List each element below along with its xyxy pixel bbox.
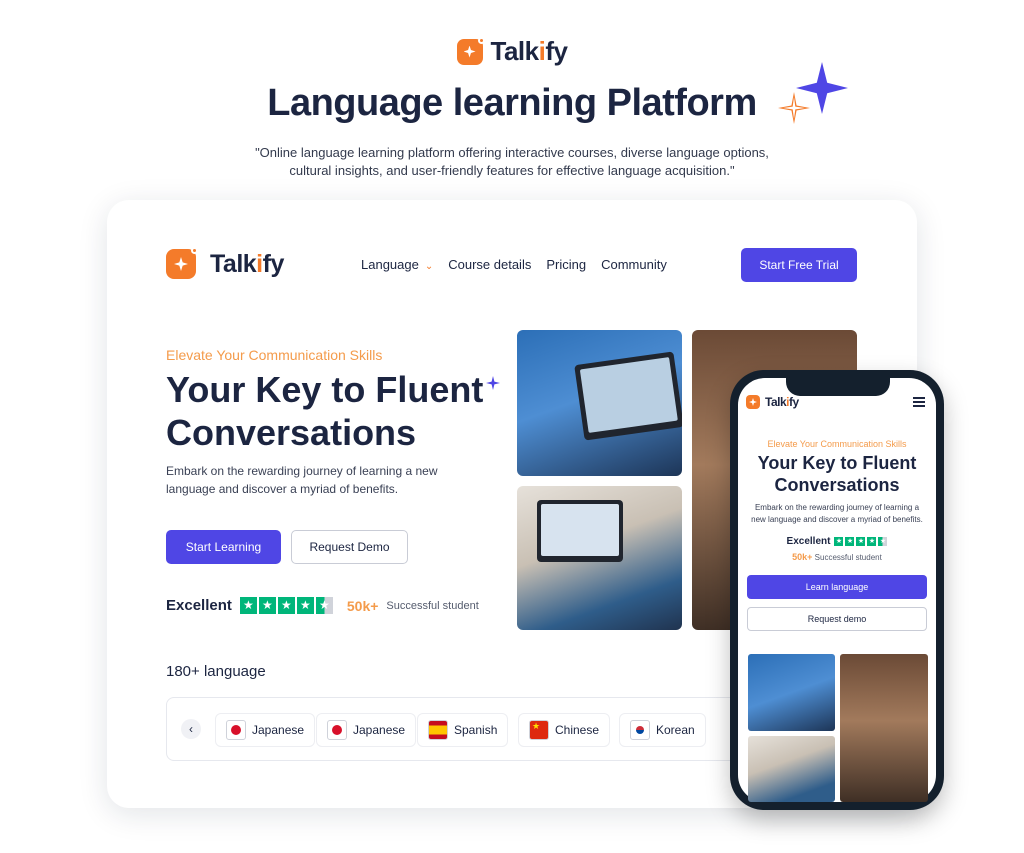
hamburger-menu-icon[interactable] — [913, 397, 925, 407]
star-icon: ★ — [258, 597, 276, 614]
rating-stars: ★ ★ ★ ★ ★ — [239, 597, 333, 614]
korea-flag-icon — [630, 720, 650, 740]
learn-language-button[interactable]: Learn language — [747, 575, 927, 599]
star-icon: ★ — [277, 597, 295, 614]
request-demo-button[interactable]: Request Demo — [291, 530, 408, 564]
language-chip-japanese[interactable]: Japanese — [215, 713, 316, 747]
language-chip-japanese[interactable]: Japanese — [316, 713, 417, 747]
hero-title: Your Key to Fluent Conversations — [166, 369, 484, 453]
japan-flag-icon — [226, 720, 246, 740]
star-icon: ★ — [296, 597, 314, 614]
video-call-photo — [748, 654, 835, 731]
spain-flag-icon — [428, 720, 448, 740]
language-chip-spanish[interactable]: Spanish — [417, 713, 509, 747]
nav-item-community[interactable]: Community — [601, 257, 667, 272]
top-brand: Talkify — [0, 36, 1024, 67]
hero-eyebrow: Elevate Your Communication Skills — [166, 347, 383, 363]
mobile-student-count: 50k+ Successful student — [792, 552, 882, 562]
chevron-down-icon: ⌄ — [424, 261, 434, 272]
mobile-hero-title: Your Key to Fluent Conversations — [757, 453, 917, 495]
star-icon: ★ — [834, 537, 844, 546]
mobile-hero-eyebrow: Elevate Your Communication Skills — [767, 439, 907, 449]
rating-summary: Excellent ★ ★ ★ ★ ★ 50k+ Successful stud… — [166, 597, 479, 614]
japan-flag-icon — [327, 720, 347, 740]
talkify-logo-icon — [456, 36, 485, 65]
brand-name: Talkify — [765, 395, 799, 409]
rating-label: Excellent — [786, 536, 831, 547]
nav-item-pricing[interactable]: Pricing — [546, 257, 586, 272]
brand-name: Talkify — [210, 249, 284, 278]
mobile-logo[interactable]: Talkify — [746, 395, 799, 409]
student-count-label: Successful student — [386, 599, 479, 612]
online-study-photo — [517, 486, 682, 630]
chevron-left-icon[interactable]: ‹ — [181, 719, 201, 739]
mobile-request-demo-button[interactable]: Request demo — [747, 607, 927, 631]
star-icon: ★ — [845, 537, 855, 546]
mobile-rating: Excellent ★ ★ ★ ★ ★ — [738, 536, 936, 547]
student-headphones-photo — [840, 654, 928, 802]
mobile-hero-description: Embark on the rewarding journey of learn… — [751, 503, 923, 524]
nav-item-course-details[interactable]: Course details — [448, 257, 531, 272]
phone-notch — [786, 376, 890, 396]
nav-item-language[interactable]: Language ⌄ — [361, 257, 433, 272]
student-count: 50k+ — [346, 597, 379, 614]
brand-name: Talkify — [490, 36, 568, 66]
start-free-trial-button[interactable]: Start Free Trial — [741, 248, 857, 282]
talkify-logo-icon — [746, 395, 760, 409]
talkify-logo-icon — [166, 247, 198, 279]
china-flag-icon — [529, 720, 549, 740]
half-star-icon: ★ — [315, 597, 333, 614]
video-call-photo — [517, 330, 682, 476]
half-star-icon: ★ — [878, 537, 888, 546]
rating-label: Excellent — [166, 597, 232, 614]
rating-stars: ★ ★ ★ ★ ★ — [834, 537, 888, 546]
star-icon: ★ — [856, 537, 866, 546]
online-study-photo — [748, 736, 835, 802]
page-subtitle: "Online language learning platform offer… — [255, 145, 769, 178]
start-learning-button[interactable]: Start Learning — [166, 530, 281, 564]
language-chip-chinese[interactable]: Chinese — [518, 713, 611, 747]
star-icon: ★ — [239, 597, 257, 614]
nav-logo[interactable]: Talkify — [166, 247, 284, 279]
nav-menu: Language ⌄ Course details Pricing Communi… — [361, 257, 667, 272]
language-chip-korean[interactable]: Korean — [619, 713, 706, 747]
hero-description: Embark on the rewarding journey of learn… — [166, 464, 438, 496]
star-icon: ★ — [867, 537, 877, 546]
page-title: Language learning Platform — [267, 82, 757, 124]
languages-title: 180+ language — [166, 663, 266, 680]
